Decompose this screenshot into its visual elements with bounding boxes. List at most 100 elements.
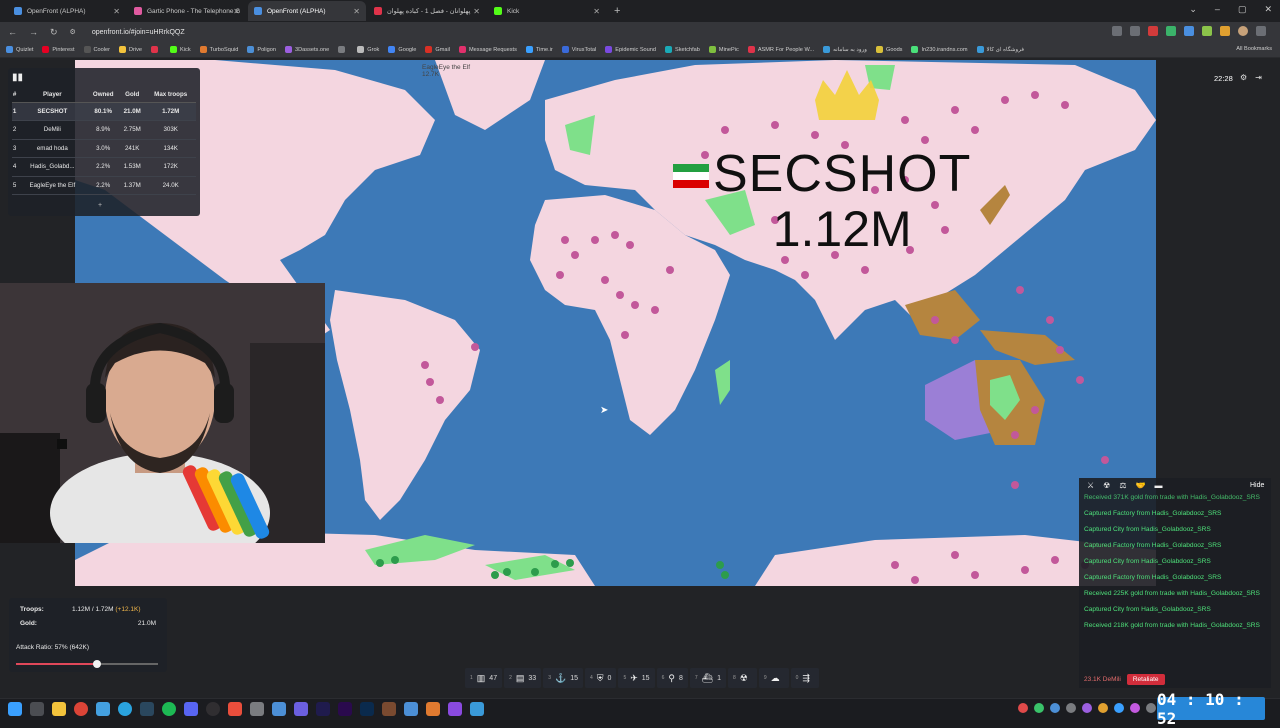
city-marker-icon[interactable] <box>616 291 624 299</box>
bookmark-item[interactable]: Time.ir <box>525 46 553 53</box>
trade-filter-icon[interactable]: ⚖ <box>1119 481 1126 490</box>
bookmark-item[interactable] <box>151 46 161 53</box>
city-marker-icon[interactable] <box>921 136 929 144</box>
bookmark-item[interactable]: ASMR For People W... <box>747 46 814 53</box>
tray-icon[interactable] <box>1146 703 1156 713</box>
new-tab-icon[interactable]: + <box>614 5 620 17</box>
city-marker-icon[interactable] <box>571 251 579 259</box>
discord-icon[interactable] <box>184 702 198 716</box>
city-marker-icon[interactable] <box>626 241 634 249</box>
after-effects-icon[interactable] <box>316 702 330 716</box>
steam-icon[interactable] <box>140 702 154 716</box>
city-marker-icon[interactable] <box>631 301 639 309</box>
bookmark-item[interactable]: Kick <box>170 46 191 53</box>
bookmark-item[interactable]: 3Dassets.one <box>285 46 329 53</box>
city-marker-icon[interactable] <box>1051 556 1059 564</box>
city-marker-icon[interactable] <box>1031 91 1039 99</box>
search-icon[interactable] <box>30 702 44 716</box>
city-marker-icon[interactable] <box>721 126 729 134</box>
build-missile-silo-button[interactable]: 5 ✈ 15 <box>618 668 655 688</box>
enemy-city-marker-icon[interactable] <box>376 559 384 567</box>
city-marker-icon[interactable] <box>811 131 819 139</box>
cast-icon[interactable] <box>1112 26 1122 36</box>
city-marker-icon[interactable] <box>1076 376 1084 384</box>
all-bookmarks-button[interactable]: All Bookmarks <box>1236 46 1272 52</box>
tray-icon[interactable] <box>1114 703 1124 713</box>
site-info-icon[interactable]: ⚙ <box>70 28 76 36</box>
close-tab-icon[interactable]: ✕ <box>593 7 600 16</box>
enemy-city-marker-icon[interactable] <box>491 571 499 579</box>
obs-icon[interactable] <box>206 702 220 716</box>
extension-icon[interactable] <box>1184 26 1194 36</box>
build-hydrogen-bomb-button[interactable]: 9 ☁ <box>758 668 789 688</box>
city-marker-icon[interactable] <box>611 231 619 239</box>
enemy-city-marker-icon[interactable] <box>391 556 399 564</box>
tray-icon[interactable] <box>1050 703 1060 713</box>
leaderboard-expand-button[interactable]: + <box>98 202 102 209</box>
build-atom-bomb-button[interactable]: 8 ☢ <box>727 668 757 688</box>
extension-icon[interactable] <box>1202 26 1212 36</box>
bookmark-item[interactable]: Sketchfab <box>665 46 700 53</box>
city-marker-icon[interactable] <box>1046 316 1054 324</box>
city-marker-icon[interactable] <box>621 331 629 339</box>
tray-icon[interactable] <box>1098 703 1108 713</box>
leaderboard-row[interactable]: 1 SECSHOT 80.1% 21.0M 1.72M <box>12 102 196 121</box>
close-tab-icon[interactable]: ✕ <box>113 7 120 16</box>
city-marker-icon[interactable] <box>901 116 909 124</box>
app-icon[interactable] <box>228 702 242 716</box>
leaderboard-row[interactable]: 2 DeMili 8.9% 2.75M 303K <box>12 120 196 140</box>
city-marker-icon[interactable] <box>1016 286 1024 294</box>
close-tab-icon[interactable]: ✕ <box>353 7 360 16</box>
city-marker-icon[interactable] <box>1101 456 1109 464</box>
browser-tab[interactable]: پهلوانان - فصل 1 - کباده پهلوان ✕ <box>368 1 486 21</box>
city-marker-icon[interactable] <box>436 396 444 404</box>
settings-gear-icon[interactable]: ⚙ <box>1240 73 1247 82</box>
premiere-icon[interactable] <box>338 702 352 716</box>
city-marker-icon[interactable] <box>861 266 869 274</box>
tray-icon[interactable] <box>1034 703 1044 713</box>
city-marker-icon[interactable] <box>971 126 979 134</box>
tray-icon[interactable] <box>1066 703 1076 713</box>
extension-icon[interactable] <box>1220 26 1230 36</box>
nuke-filter-icon[interactable]: ☢ <box>1103 481 1110 490</box>
app-icon[interactable] <box>96 702 110 716</box>
enemy-city-marker-icon[interactable] <box>566 559 574 567</box>
app-icon[interactable] <box>294 702 308 716</box>
enemy-city-marker-icon[interactable] <box>716 561 724 569</box>
bookmark-item[interactable] <box>338 46 348 53</box>
build-sam-launcher-button[interactable]: 6 ⚲ 8 <box>656 668 688 688</box>
events-hide-button[interactable]: Hide <box>1250 482 1264 489</box>
close-window-icon[interactable]: ✕ <box>1264 4 1272 15</box>
bookmark-item[interactable]: ورود به سامانه <box>823 46 867 53</box>
back-icon[interactable]: ← <box>8 27 17 37</box>
leaderboard-row[interactable]: 5 EagleEye the Elf 2.2% 1.37M 24.0K <box>12 176 196 195</box>
header-max-troops[interactable]: Max troops <box>145 88 196 103</box>
city-marker-icon[interactable] <box>951 336 959 344</box>
bookmark-item[interactable]: Message Requests <box>459 46 517 53</box>
app-icon[interactable] <box>470 702 484 716</box>
city-marker-icon[interactable] <box>651 306 659 314</box>
city-marker-icon[interactable] <box>951 106 959 114</box>
browser-tab[interactable]: Kick ✕ <box>488 1 606 21</box>
bookmark-item[interactable]: Epidemic Sound <box>605 46 656 53</box>
app-icon[interactable] <box>448 702 462 716</box>
close-tab-icon[interactable]: ✕ <box>233 7 240 16</box>
attack-filter-icon[interactable]: ⚔ <box>1087 481 1094 490</box>
build-port-button[interactable]: 3 ⚓ 15 <box>543 668 583 688</box>
menu-icon[interactable] <box>1256 26 1266 36</box>
header-gold[interactable]: Gold <box>119 88 146 103</box>
bookmark-item[interactable]: MinePic <box>708 46 739 53</box>
city-marker-icon[interactable] <box>561 236 569 244</box>
bookmark-item[interactable]: Goods <box>876 46 902 53</box>
city-marker-icon[interactable] <box>1056 346 1064 354</box>
chrome-icon[interactable] <box>74 702 88 716</box>
header-player[interactable]: Player <box>17 88 88 103</box>
bookmark-item[interactable]: Poligon <box>247 46 276 53</box>
url-field[interactable]: openfront.io/#join=uHRrkQQZ <box>92 29 185 36</box>
chat-filter-icon[interactable]: ▬ <box>1154 481 1162 490</box>
city-marker-icon[interactable] <box>971 571 979 579</box>
bookmark-item[interactable]: Quizlet <box>6 46 33 53</box>
city-marker-icon[interactable] <box>421 361 429 369</box>
build-defense-post-button[interactable]: 4 ⛨ 0 <box>584 668 617 688</box>
bookmark-item[interactable]: Google <box>388 46 416 53</box>
